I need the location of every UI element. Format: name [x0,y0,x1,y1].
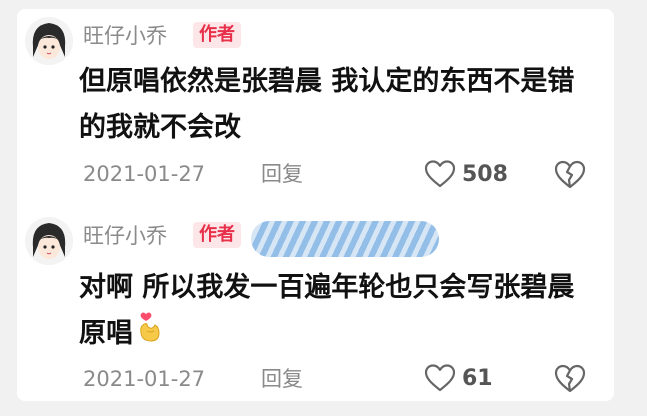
comment-date: 2021-01-27 [83,162,206,186]
broken-heart-icon [554,160,586,189]
like-count: 61 [462,365,493,391]
comment-list: 旺仔小乔 作者 但原唱依然是张碧晨 我认定的东西不是错的我就不会改 2021-0… [17,9,614,401]
author-badge: 作者 [193,22,241,48]
comment-text: 但原唱依然是张碧晨 我认定的东西不是错的我就不会改 [79,66,575,143]
avatar-illustration-icon [25,217,73,265]
redacted-mask [251,221,439,257]
username[interactable]: 旺仔小乔 [83,223,167,249]
avatar-illustration-icon [25,17,73,65]
comment-date: 2021-01-27 [83,367,206,391]
heart-outline-icon [424,364,456,392]
heart-hands-emoji-icon [137,311,163,358]
username[interactable]: 旺仔小乔 [83,23,167,49]
broken-heart-icon [554,364,586,393]
avatar[interactable] [25,17,73,65]
dislike-button[interactable] [553,361,587,395]
comment-meta: 2021-01-27 回复 [83,364,303,394]
like-count: 508 [462,161,508,187]
avatar[interactable] [25,217,73,265]
reply-button[interactable]: 回复 [261,159,303,189]
comment-meta: 2021-01-27 回复 [83,159,303,189]
heart-outline-icon [424,160,456,188]
like-button[interactable]: 61 [424,361,493,395]
reply-button[interactable]: 回复 [261,364,303,394]
comment-text: 对啊 所以我发一百遍年轮也只会写张碧晨原唱 [79,265,599,358]
like-button[interactable]: 508 [424,157,508,191]
comment-item: 旺仔小乔 作者 但原唱依然是张碧晨 我认定的东西不是错的我就不会改 2021-0… [17,9,614,205]
comment-item: 旺仔小乔 作者 对啊 所以我发一百遍年轮也只会写张碧晨原唱 2021-01-27… [17,209,614,399]
author-badge: 作者 [193,222,241,248]
dislike-button[interactable] [553,157,587,191]
